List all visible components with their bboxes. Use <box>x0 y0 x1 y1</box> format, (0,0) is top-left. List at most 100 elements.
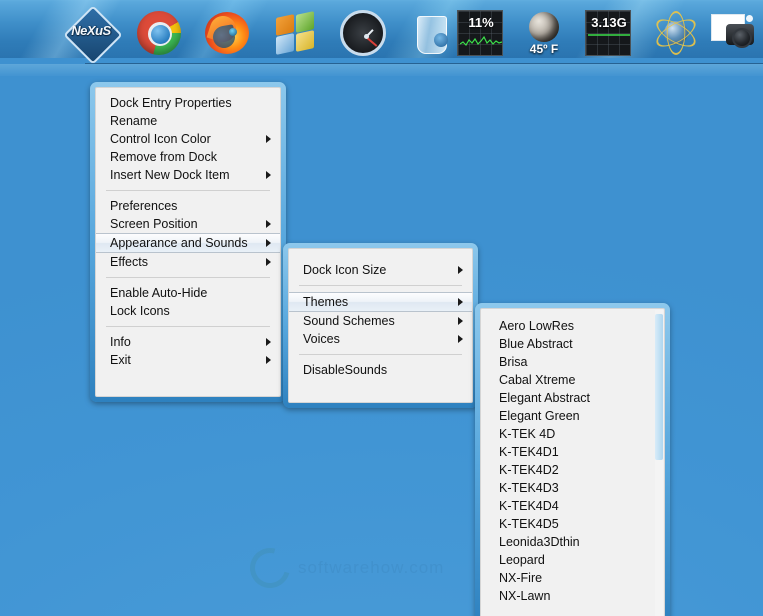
dock-item-photos[interactable] <box>710 10 756 56</box>
chevron-right-icon <box>266 356 271 364</box>
appearance-submenu-body: Dock Icon Size Themes Sound Schemes Voic… <box>288 248 473 403</box>
menu-item-effects[interactable]: Effects <box>96 253 280 271</box>
nexus-dock[interactable]: NeXuS 11% 45º F 3.13G <box>0 0 763 76</box>
chevron-right-icon <box>458 335 463 343</box>
theme-item-k-tek4d5[interactable]: K-TEK4D5 <box>481 515 664 533</box>
menu-item-remove-from-dock[interactable]: Remove from Dock <box>96 148 280 166</box>
dock-item-nexus[interactable]: NeXuS <box>63 5 123 65</box>
theme-item-blue-abstract[interactable]: Blue Abstract <box>481 335 664 353</box>
menu-item-label: Cabal Xtreme <box>499 373 576 387</box>
themes-scrollbar[interactable] <box>655 310 663 616</box>
menu-item-label: K-TEK4D5 <box>499 517 559 531</box>
menu-item-sound-schemes[interactable]: Sound Schemes <box>289 312 472 330</box>
menu-item-label: Leopard <box>499 553 545 567</box>
chevron-right-icon <box>266 338 271 346</box>
google-chrome-icon <box>137 11 181 55</box>
menu-item-label: Appearance and Sounds <box>110 236 248 250</box>
chevron-right-icon <box>458 298 463 306</box>
menu-item-themes[interactable]: Themes <box>289 292 472 312</box>
theme-item-brisa[interactable]: Brisa <box>481 353 664 371</box>
menu-item-enable-auto-hide[interactable]: Enable Auto-Hide <box>96 284 280 302</box>
menu-item-label: Exit <box>110 353 131 367</box>
menu-item-exit[interactable]: Exit <box>96 351 280 369</box>
menu-item-label: K-TEK 4D <box>499 427 556 441</box>
menu-item-label: Info <box>110 335 131 349</box>
theme-item-k-tek4d4[interactable]: K-TEK4D4 <box>481 497 664 515</box>
menu-item-label: Remove from Dock <box>110 150 217 164</box>
menu-separator <box>299 285 462 286</box>
theme-item-k-tek4d1[interactable]: K-TEK4D1 <box>481 443 664 461</box>
theme-item-aero-lowres[interactable]: Aero LowRes <box>481 317 664 335</box>
menu-item-dock-icon-size[interactable]: Dock Icon Size <box>289 261 472 279</box>
menu-item-label: Blue Abstract <box>499 337 573 351</box>
dock-item-chrome[interactable] <box>136 10 182 56</box>
dock-item-cpu-meter[interactable]: 11% <box>457 10 503 56</box>
dock-item-recycle-bin[interactable] <box>408 10 454 56</box>
menu-item-label: Voices <box>303 332 340 346</box>
watermark-label: softwarehow.com <box>298 558 445 577</box>
chevron-right-icon <box>458 266 463 274</box>
menu-separator <box>106 326 270 327</box>
memory-meter-icon: 3.13G <box>585 10 631 56</box>
menu-item-voices[interactable]: Voices <box>289 330 472 348</box>
menu-item-label: DisableSounds <box>303 363 388 377</box>
menu-item-label: Dock Icon Size <box>303 263 387 277</box>
themes-submenu[interactable]: Aero LowRes Blue Abstract Brisa Cabal Xt… <box>475 303 670 616</box>
dock-item-network[interactable] <box>652 10 700 56</box>
chevron-right-icon <box>266 239 271 247</box>
theme-item-cabal-xtreme[interactable]: Cabal Xtreme <box>481 371 664 389</box>
cpu-meter-graph <box>460 35 502 46</box>
menu-item-label: NX-Lawn <box>499 589 551 603</box>
menu-item-label: Sound Schemes <box>303 314 395 328</box>
theme-item-elegant-green[interactable]: Elegant Green <box>481 407 664 425</box>
theme-item-leopard[interactable]: Leopard <box>481 551 664 569</box>
menu-item-screen-position[interactable]: Screen Position <box>96 215 280 233</box>
menu-item-label: K-TEK4D3 <box>499 481 559 495</box>
menu-item-label: Enable Auto-Hide <box>110 286 208 300</box>
menu-item-label: Brisa <box>499 355 528 369</box>
mozilla-firefox-icon <box>205 12 249 54</box>
dock-item-windows[interactable] <box>272 10 318 56</box>
chevron-right-icon <box>458 317 463 325</box>
theme-item-leonida3dthin[interactable]: Leonida3Dthin <box>481 533 664 551</box>
menu-separator <box>299 354 462 355</box>
menu-item-label: K-TEK4D1 <box>499 445 559 459</box>
menu-item-preferences[interactable]: Preferences <box>96 197 280 215</box>
menu-separator <box>106 277 270 278</box>
menu-separator <box>106 190 270 191</box>
appearance-and-sounds-submenu[interactable]: Dock Icon Size Themes Sound Schemes Voic… <box>283 243 478 408</box>
chevron-right-icon <box>266 171 271 179</box>
menu-item-label: Elegant Abstract <box>499 391 591 405</box>
menu-item-label: K-TEK4D2 <box>499 463 559 477</box>
menu-item-rename[interactable]: Rename <box>96 112 280 130</box>
chevron-right-icon <box>266 220 271 228</box>
menu-item-appearance-and-sounds[interactable]: Appearance and Sounds <box>96 233 280 253</box>
cpu-meter-value: 11% <box>468 15 494 30</box>
menu-item-insert-new-dock-item[interactable]: Insert New Dock Item <box>96 166 280 184</box>
theme-item-k-tek4d2[interactable]: K-TEK4D2 <box>481 461 664 479</box>
theme-item-k-tek4d3[interactable]: K-TEK4D3 <box>481 479 664 497</box>
theme-item-elegant-abstract[interactable]: Elegant Abstract <box>481 389 664 407</box>
menu-item-label: Lock Icons <box>110 304 170 318</box>
dock-item-clock[interactable] <box>340 10 386 56</box>
dock-item-firefox[interactable] <box>204 10 250 56</box>
dock-context-menu-body: Dock Entry Properties Rename Control Ico… <box>95 87 281 397</box>
menu-item-lock-icons[interactable]: Lock Icons <box>96 302 280 320</box>
theme-item-k-tek-4d[interactable]: K-TEK 4D <box>481 425 664 443</box>
menu-item-dock-entry-properties[interactable]: Dock Entry Properties <box>96 94 280 112</box>
dock-item-memory-meter[interactable]: 3.13G <box>585 10 631 56</box>
dock-item-weather[interactable]: 45º F <box>521 10 567 56</box>
dock-context-menu[interactable]: Dock Entry Properties Rename Control Ico… <box>90 82 286 402</box>
memory-meter-value: 3.13G <box>591 15 627 30</box>
theme-item-nx-fire[interactable]: NX-Fire <box>481 569 664 587</box>
menu-item-label: Control Icon Color <box>110 132 211 146</box>
menu-item-label: Screen Position <box>110 217 198 231</box>
menu-item-control-icon-color[interactable]: Control Icon Color <box>96 130 280 148</box>
clock-gauge-icon <box>340 10 386 56</box>
menu-item-disable-sounds[interactable]: DisableSounds <box>289 361 472 379</box>
theme-item-nx-lawn[interactable]: NX-Lawn <box>481 587 664 605</box>
dock-reflection <box>0 64 763 76</box>
menu-item-label: Leonida3Dthin <box>499 535 580 549</box>
themes-scrollbar-thumb[interactable] <box>655 314 663 460</box>
menu-item-info[interactable]: Info <box>96 333 280 351</box>
